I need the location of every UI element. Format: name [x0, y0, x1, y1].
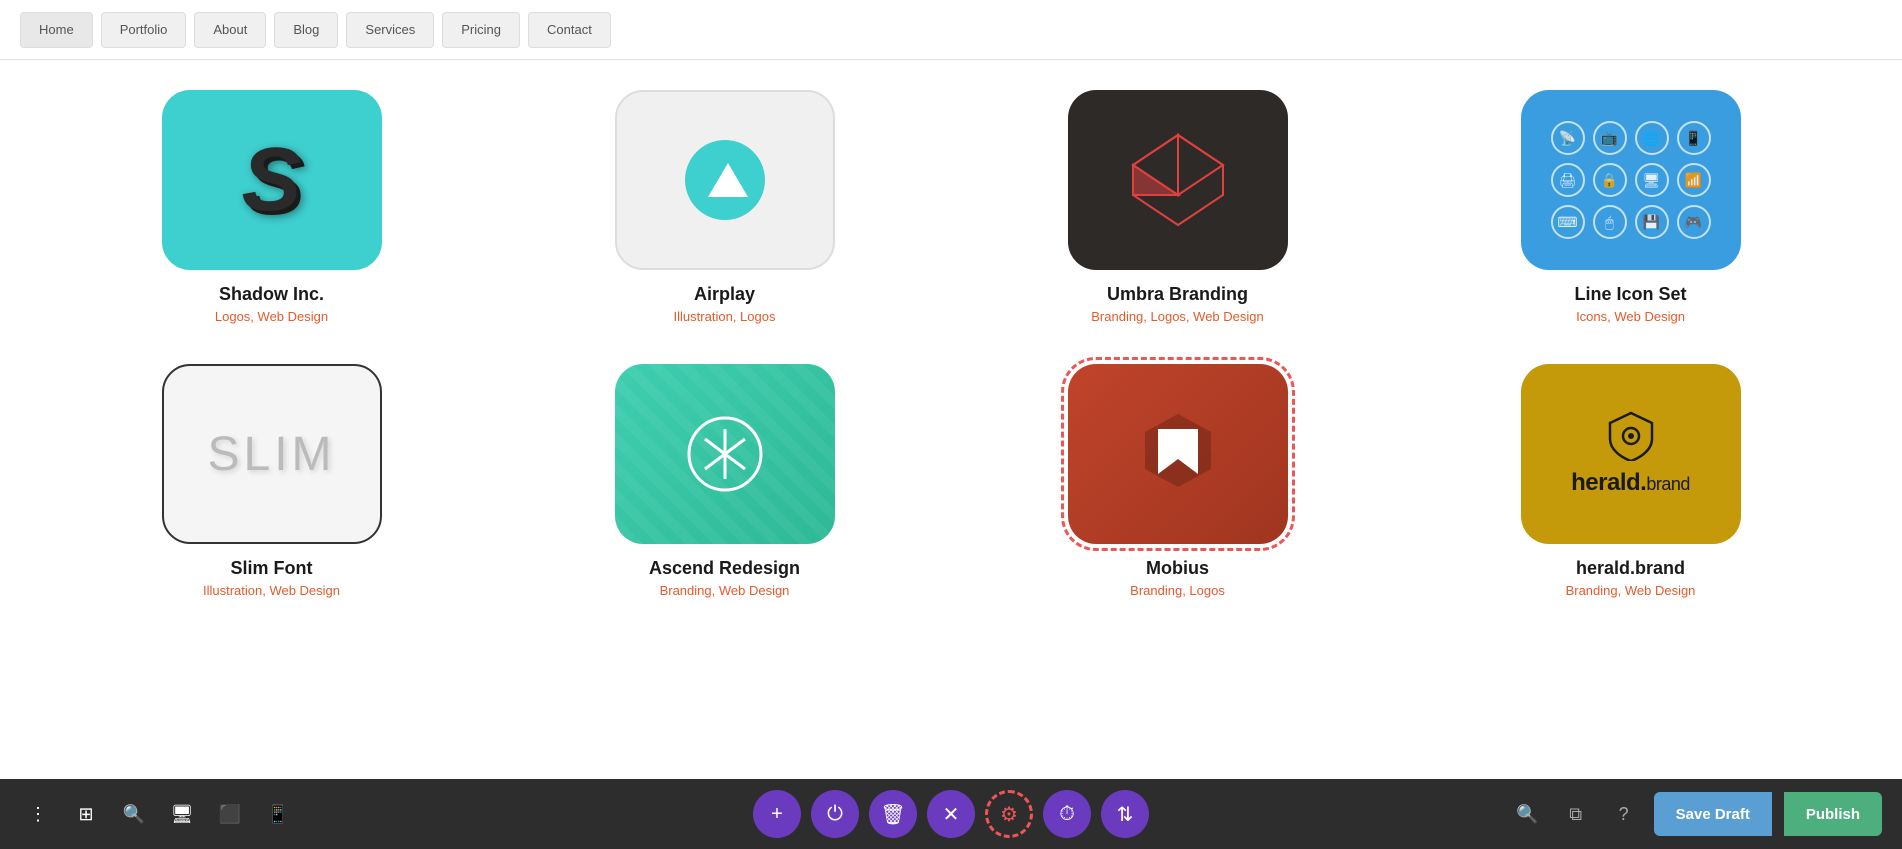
- nav-btn-2[interactable]: Portfolio: [101, 12, 187, 48]
- grid-view-icon[interactable]: ⊞: [68, 796, 104, 832]
- help-icon[interactable]: ?: [1606, 796, 1642, 832]
- desktop-icon[interactable]: 🖥: [164, 796, 200, 832]
- sort-button[interactable]: ⇅: [1101, 790, 1149, 838]
- save-draft-button[interactable]: Save Draft: [1654, 792, 1772, 836]
- icon-wifi: 📡: [1551, 121, 1585, 155]
- airplay-circle: [685, 140, 765, 220]
- item-title-lineset: Line Icon Set: [1574, 284, 1686, 305]
- mobile-icon[interactable]: 📱: [260, 796, 296, 832]
- item-tags-ascend: Branding, Web Design: [660, 583, 790, 598]
- item-title-herald: herald.brand: [1576, 558, 1685, 579]
- mobius-logo-icon: [1133, 409, 1223, 499]
- item-title-mobius: Mobius: [1146, 558, 1209, 579]
- toolbar-center: + ⏻ 🗑 ✕ ⚙ ⏱ ⇅: [753, 790, 1149, 838]
- portfolio-item-ascend[interactable]: Ascend Redesign Branding, Web Design: [513, 364, 936, 598]
- portfolio-item-herald[interactable]: herald.brand herald.brand Branding, Web …: [1419, 364, 1842, 598]
- item-tags-lineset: Icons, Web Design: [1576, 309, 1685, 324]
- portfolio-thumb-slim: SLIM: [162, 364, 382, 544]
- search-icon[interactable]: 🔍: [116, 796, 152, 832]
- portfolio-item-lineset[interactable]: 📡 📺 🌐 📱 🖨 🔒 🖥 📶 ⌨ 🖱 💾 🎮 Line Icon Set Ic…: [1419, 90, 1842, 324]
- icon-lock: 🔒: [1593, 163, 1627, 197]
- portfolio-thumb-airplay: [615, 90, 835, 270]
- portfolio-item-mobius[interactable]: Mobius Branding, Logos: [966, 364, 1389, 598]
- icon-signal: 📶: [1677, 163, 1711, 197]
- portfolio-item-airplay[interactable]: Airplay Illustration, Logos: [513, 90, 936, 324]
- portfolio-thumb-mobius: [1068, 364, 1288, 544]
- item-title-umbra: Umbra Branding: [1107, 284, 1248, 305]
- add-button[interactable]: +: [753, 790, 801, 838]
- herald-brand-text: herald.brand: [1571, 469, 1690, 497]
- airplay-arrow-icon: [708, 163, 748, 197]
- portfolio-thumb-shadow: S: [162, 90, 382, 270]
- nav-btn-6[interactable]: Pricing: [442, 12, 520, 48]
- icon-globe: 🌐: [1635, 121, 1669, 155]
- portfolio-thumb-lineset: 📡 📺 🌐 📱 🖨 🔒 🖥 📶 ⌨ 🖱 💾 🎮: [1521, 90, 1741, 270]
- icon-print: 🖨: [1551, 163, 1585, 197]
- item-title-slim: Slim Font: [231, 558, 313, 579]
- slim-logo: SLIM: [207, 427, 335, 482]
- history-button[interactable]: ⏱: [1043, 790, 1091, 838]
- main-content: S Shadow Inc. Logos, Web Design Airplay …: [0, 60, 1902, 779]
- toolbar-left: ⋮ ⊞ 🔍 🖥 ⬛ 📱: [20, 796, 296, 832]
- nav-btn-4[interactable]: Blog: [274, 12, 338, 48]
- item-title-airplay: Airplay: [694, 284, 755, 305]
- icon-device1: ⌨: [1551, 205, 1585, 239]
- item-tags-herald: Branding, Web Design: [1566, 583, 1696, 598]
- umbra-diamond-icon: [1128, 130, 1228, 230]
- portfolio-item-umbra[interactable]: Umbra Branding Branding, Logos, Web Desi…: [966, 90, 1389, 324]
- tablet-icon[interactable]: ⬛: [212, 796, 248, 832]
- layers-icon[interactable]: ⧉: [1558, 796, 1594, 832]
- portfolio-item-slim[interactable]: SLIM Slim Font Illustration, Web Design: [60, 364, 483, 598]
- portfolio-grid: S Shadow Inc. Logos, Web Design Airplay …: [60, 90, 1842, 598]
- item-title-shadow: Shadow Inc.: [219, 284, 324, 305]
- icon-tv: 📺: [1593, 121, 1627, 155]
- portfolio-thumb-ascend: [615, 364, 835, 544]
- item-tags-shadow: Logos, Web Design: [215, 309, 328, 324]
- bottom-toolbar: ⋮ ⊞ 🔍 🖥 ⬛ 📱 + ⏻ 🗑 ✕ ⚙ ⏱ ⇅ 🔍 ⧉ ? Save Dra…: [0, 779, 1902, 849]
- nav-btn-1[interactable]: Home: [20, 12, 93, 48]
- nav-btn-5[interactable]: Services: [346, 12, 434, 48]
- nav-btn-3[interactable]: About: [194, 12, 266, 48]
- delete-button[interactable]: 🗑: [869, 790, 917, 838]
- top-nav: Home Portfolio About Blog Services Prici…: [0, 0, 1902, 60]
- item-tags-mobius: Branding, Logos: [1130, 583, 1225, 598]
- close-button[interactable]: ✕: [927, 790, 975, 838]
- icon-phone: 📱: [1677, 121, 1711, 155]
- icon-game: 🎮: [1677, 205, 1711, 239]
- portfolio-thumb-umbra: [1068, 90, 1288, 270]
- ascend-logo-icon: [685, 414, 765, 494]
- portfolio-item-shadow-inc[interactable]: S Shadow Inc. Logos, Web Design: [60, 90, 483, 324]
- item-tags-slim: Illustration, Web Design: [203, 583, 340, 598]
- toolbar-right: 🔍 ⧉ ? Save Draft Publish: [1510, 792, 1882, 836]
- more-options-icon[interactable]: ⋮: [20, 796, 56, 832]
- power-button[interactable]: ⏻: [811, 790, 859, 838]
- item-tags-airplay: Illustration, Logos: [674, 309, 776, 324]
- search-right-icon[interactable]: 🔍: [1510, 796, 1546, 832]
- icon-monitor: 🖥: [1635, 163, 1669, 197]
- nav-btn-7[interactable]: Contact: [528, 12, 611, 48]
- item-tags-umbra: Branding, Logos, Web Design: [1091, 309, 1263, 324]
- item-title-ascend: Ascend Redesign: [649, 558, 800, 579]
- settings-button-selected[interactable]: ⚙: [985, 790, 1033, 838]
- publish-button[interactable]: Publish: [1784, 792, 1882, 836]
- herald-content: herald.brand: [1571, 411, 1690, 497]
- herald-shield-icon: [1606, 411, 1656, 461]
- portfolio-thumb-herald: herald.brand: [1521, 364, 1741, 544]
- icon-device2: 🖱: [1593, 205, 1627, 239]
- shadow-logo: S: [241, 129, 301, 232]
- icon-grid: 📡 📺 🌐 📱 🖨 🔒 🖥 📶 ⌨ 🖱 💾 🎮: [1539, 109, 1723, 251]
- icon-device3: 💾: [1635, 205, 1669, 239]
